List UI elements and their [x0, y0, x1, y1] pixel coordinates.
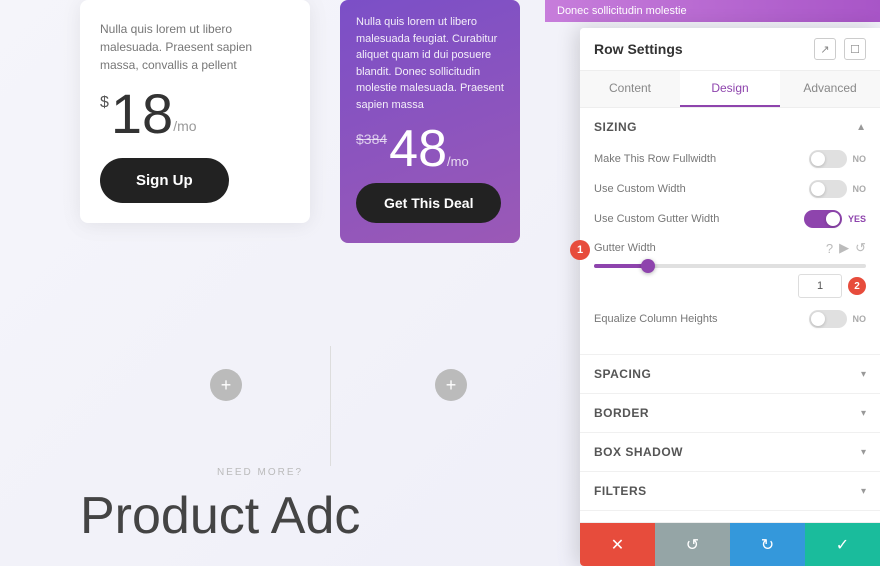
panel-footer: ✕ ↺ ↻ ✓: [580, 522, 880, 566]
equalize-heights-toggle-knob: [811, 312, 825, 326]
right-card-description: Nulla quis lorem ut libero malesuada feu…: [356, 14, 504, 113]
custom-width-toggle-text: NO: [853, 184, 867, 194]
filters-section-header[interactable]: Filters ▾: [580, 472, 880, 510]
border-section-header[interactable]: Border ▾: [580, 394, 880, 432]
panel-tabs: Content Design Advanced: [580, 71, 880, 108]
cancel-button[interactable]: ✕: [580, 523, 655, 566]
add-column-left[interactable]: +: [210, 369, 242, 401]
panel-header-icons: ↗ ☐: [814, 38, 866, 60]
sizing-section-title: Sizing: [594, 120, 637, 134]
sign-up-button[interactable]: Sign Up: [100, 158, 229, 203]
panel-title: Row Settings: [594, 41, 683, 57]
filters-section: Filters ▾: [580, 472, 880, 511]
filters-chevron-icon: ▾: [861, 486, 866, 497]
tab-design[interactable]: Design: [680, 71, 780, 107]
equalize-heights-toggle-text: NO: [853, 314, 867, 324]
custom-gutter-toggle-knob: [826, 212, 840, 226]
save-button[interactable]: ✓: [805, 523, 880, 566]
gutter-reset-icon[interactable]: ↺: [855, 240, 866, 256]
left-card-description: Nulla quis lorem ut libero malesuada. Pr…: [100, 20, 290, 74]
spacing-section-header[interactable]: Spacing ▾: [580, 355, 880, 393]
box-shadow-chevron-icon: ▾: [861, 447, 866, 458]
fullwidth-toggle-knob: [811, 152, 825, 166]
box-shadow-section-header[interactable]: Box Shadow ▾: [580, 433, 880, 471]
sizing-section-header[interactable]: Sizing ▲: [580, 108, 880, 146]
right-old-price: 384: [364, 131, 387, 147]
left-period: /mo: [173, 118, 196, 134]
custom-gutter-row: Use Custom Gutter Width YES: [594, 210, 866, 228]
purple-header-bar: Donec sollicitudin molestie: [545, 0, 880, 22]
gutter-width-label: Gutter Width: [594, 242, 656, 254]
panel-body: Sizing ▲ Make This Row Fullwidth NO: [580, 108, 880, 522]
right-period: /mo: [447, 154, 469, 169]
purple-header-text: Donec sollicitudin molestie: [557, 5, 687, 17]
row-settings-panel: Row Settings ↗ ☐ Content Design Advanced…: [580, 28, 880, 566]
equalize-heights-toggle-wrapper: NO: [809, 310, 867, 328]
spacing-chevron-icon: ▾: [861, 369, 866, 380]
left-price-display: $ 18 /mo: [100, 86, 290, 142]
badge-one: 1: [570, 240, 590, 260]
undo-button[interactable]: ↺: [655, 523, 730, 566]
border-section-title: Border: [594, 406, 649, 420]
custom-gutter-toggle[interactable]: [804, 210, 842, 228]
equalize-heights-toggle[interactable]: [809, 310, 847, 328]
gutter-slider-value-row: 2: [594, 274, 866, 298]
gutter-width-row: Gutter Width ? ▶ ↺: [594, 240, 866, 256]
filters-section-title: Filters: [594, 484, 647, 498]
product-title: Product Adc: [80, 486, 440, 546]
border-section: Border ▾: [580, 394, 880, 433]
left-currency: $: [100, 94, 109, 112]
border-chevron-icon: ▾: [861, 408, 866, 419]
gutter-slider-container: 2: [594, 264, 866, 298]
custom-width-toggle-wrapper: NO: [809, 180, 867, 198]
fullwidth-row: Make This Row Fullwidth NO: [594, 150, 866, 168]
right-price: 48: [389, 123, 447, 175]
tab-content[interactable]: Content: [580, 71, 680, 107]
equalize-heights-row: Equalize Column Heights NO: [594, 310, 866, 328]
add-column-right[interactable]: +: [435, 369, 467, 401]
get-deal-button[interactable]: Get This Deal: [356, 183, 501, 223]
gutter-slider-thumb[interactable]: [641, 259, 655, 273]
sizing-chevron-icon: ▲: [856, 122, 866, 133]
pricing-card-right: Nulla quis lorem ut libero malesuada feu…: [340, 0, 520, 243]
box-shadow-section: Box Shadow ▾: [580, 433, 880, 472]
sizing-section-body: Make This Row Fullwidth NO Use Custom Wi…: [580, 146, 880, 354]
fullwidth-toggle-wrapper: NO: [809, 150, 867, 168]
sizing-section: Sizing ▲ Make This Row Fullwidth NO: [580, 108, 880, 355]
right-price-display: $384 48 /mo: [356, 123, 504, 175]
pricing-card-left: Nulla quis lorem ut libero malesuada. Pr…: [80, 0, 310, 223]
fullwidth-toggle[interactable]: [809, 150, 847, 168]
gutter-help-icon[interactable]: ?: [826, 241, 833, 256]
bottom-section: NEED MORE? Product Adc: [0, 447, 520, 566]
gutter-width-icons: ? ▶ ↺: [826, 240, 866, 256]
redo-button[interactable]: ↻: [730, 523, 805, 566]
need-more-label: NEED MORE?: [80, 467, 440, 478]
spacing-section-title: Spacing: [594, 367, 651, 381]
custom-gutter-toggle-text: YES: [848, 214, 866, 224]
gutter-slider-track[interactable]: [594, 264, 866, 268]
right-currency-old: $384: [356, 131, 387, 147]
left-price: 18: [111, 86, 173, 142]
panel-header: Row Settings ↗ ☐: [580, 28, 880, 71]
box-shadow-section-title: Box Shadow: [594, 445, 683, 459]
tab-advanced[interactable]: Advanced: [780, 71, 880, 107]
custom-gutter-label: Use Custom Gutter Width: [594, 213, 719, 225]
custom-width-toggle-knob: [811, 182, 825, 196]
panel-icon-close[interactable]: ☐: [844, 38, 866, 60]
badge-two: 2: [848, 277, 866, 295]
custom-width-toggle[interactable]: [809, 180, 847, 198]
gutter-slider-fill: [594, 264, 648, 268]
fullwidth-label: Make This Row Fullwidth: [594, 153, 716, 165]
custom-width-label: Use Custom Width: [594, 183, 686, 195]
gutter-arrow-icon[interactable]: ▶: [839, 240, 849, 256]
fullwidth-toggle-text: NO: [853, 154, 867, 164]
custom-width-row: Use Custom Width NO: [594, 180, 866, 198]
panel-icon-external[interactable]: ↗: [814, 38, 836, 60]
gutter-slider-input[interactable]: [798, 274, 842, 298]
custom-gutter-toggle-wrapper: YES: [804, 210, 866, 228]
spacing-section: Spacing ▾: [580, 355, 880, 394]
equalize-heights-label: Equalize Column Heights: [594, 313, 718, 325]
